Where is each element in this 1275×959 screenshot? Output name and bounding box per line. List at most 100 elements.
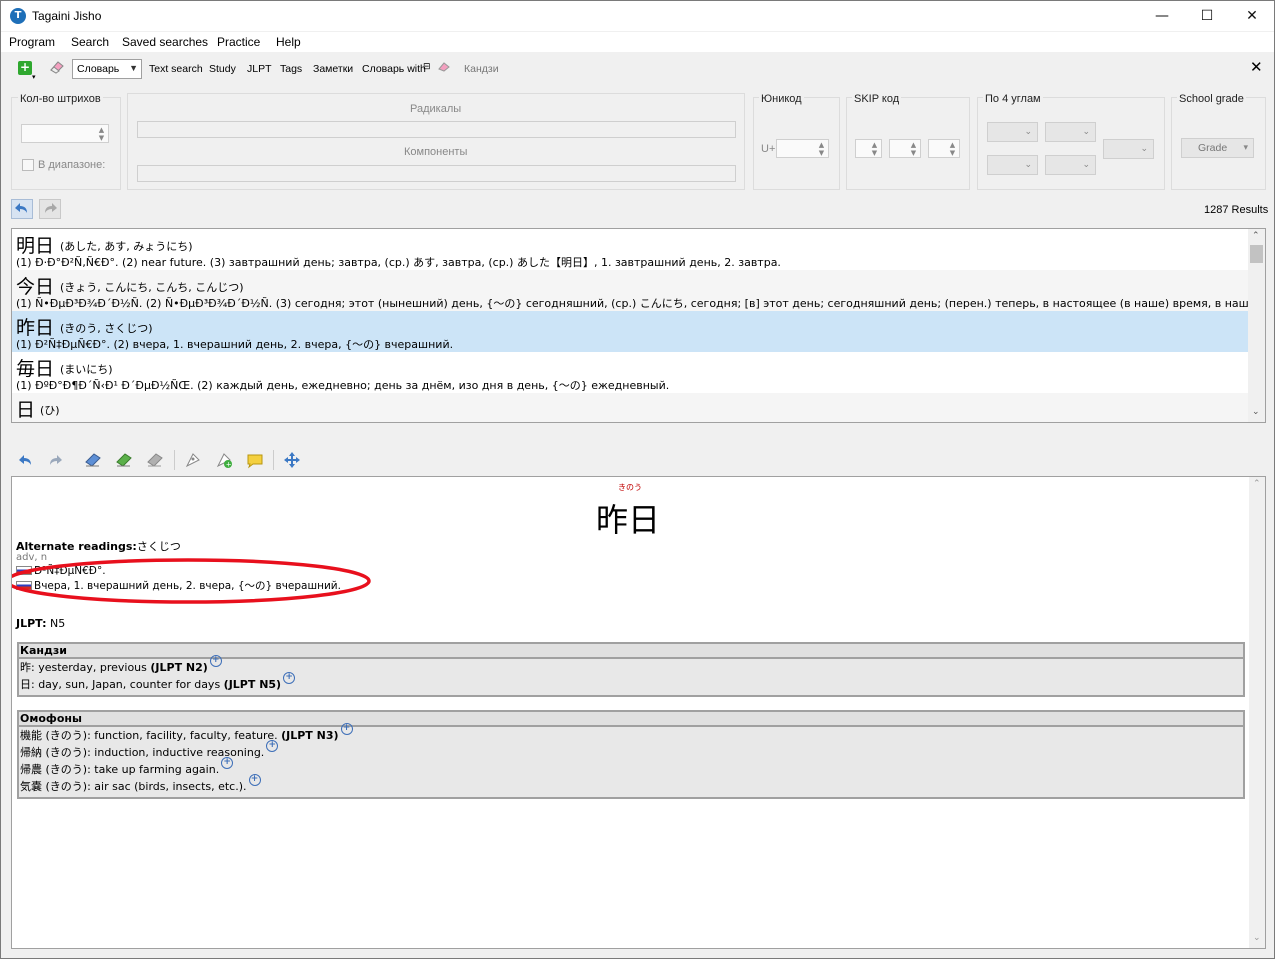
scroll-down-icon[interactable]: ⌄: [1253, 933, 1261, 943]
tab-notes[interactable]: Заметки: [313, 63, 353, 75]
entry-kana: (きょう, こんにち, こんち, こんじつ): [60, 281, 244, 294]
menu-search[interactable]: Search: [71, 35, 109, 49]
radicals-input[interactable]: [137, 121, 736, 138]
tags-icon[interactable]: [184, 451, 202, 469]
strokes-spinbox[interactable]: ▲ ▼: [21, 124, 109, 143]
tab-dictionary-with[interactable]: Словарь with: [362, 63, 426, 75]
spin-up-icon[interactable]: ▲: [908, 141, 919, 149]
grade-button[interactable]: Grade ▾: [1181, 138, 1254, 158]
magnify-plus-icon[interactable]: +: [340, 723, 353, 735]
forward-button[interactable]: [39, 199, 61, 219]
list-item[interactable]: 今日 (きょう, こんにち, こんち, こんじつ) (1) Ñ•ÐµÐ³Ð¾Ð´…: [12, 270, 1265, 311]
magnify-plus-icon[interactable]: +: [221, 757, 234, 769]
list-item[interactable]: 日 (ひ): [12, 393, 1248, 422]
kanji-row: 日: day, sun, Japan, counter for days (JL…: [19, 672, 1243, 693]
scroll-down-icon[interactable]: ⌄: [1252, 407, 1260, 417]
homophone-row: 気嚢 (きのう): air sac (birds, insects, etc.)…: [19, 774, 1243, 795]
detail-back-icon[interactable]: [16, 451, 34, 469]
tab-jlpt[interactable]: JLPT: [247, 63, 272, 75]
range-checkbox[interactable]: [22, 159, 34, 171]
add-icon[interactable]: +: [18, 61, 32, 75]
spin-down-icon[interactable]: ▼: [869, 149, 880, 157]
kanji-section-header: Кандзи: [19, 644, 1243, 659]
strokes-group: [11, 97, 121, 190]
eraser-icon[interactable]: [49, 60, 65, 74]
filter-icon: ⊟: [423, 62, 431, 72]
dictionary-select[interactable]: Словарь ▼: [72, 59, 142, 79]
magnify-plus-icon[interactable]: +: [266, 740, 279, 752]
chevron-down-icon: ⌄: [1082, 160, 1090, 170]
menu-help[interactable]: Help: [276, 35, 301, 49]
tab-tags[interactable]: Tags: [280, 63, 302, 75]
skip-spinbox-3[interactable]: ▲ ▼: [928, 139, 960, 158]
spin-down-icon[interactable]: ▼: [947, 149, 958, 157]
tab-text-search[interactable]: Text search: [149, 63, 203, 75]
spin-up-icon[interactable]: ▲: [947, 141, 958, 149]
corner-select-top-right[interactable]: ⌄: [1045, 122, 1096, 142]
unstudy-icon[interactable]: [146, 451, 164, 469]
list-item-selected[interactable]: 昨日 (きのう, さくじつ) (1) Ð²Ñ‡ÐµÑ€Ð°. (2) вчера…: [12, 311, 1248, 352]
maximize-button[interactable]: ☐: [1184, 1, 1230, 31]
results-scrollbar[interactable]: ⌃ ⌄: [1248, 229, 1265, 422]
add-dropdown-icon[interactable]: ▾: [32, 73, 36, 81]
components-input[interactable]: [137, 165, 736, 182]
note-icon[interactable]: [246, 451, 264, 469]
skip-spinbox-2[interactable]: ▲ ▼: [889, 139, 921, 158]
svg-text:+: +: [226, 461, 232, 469]
corner-select-top-left[interactable]: ⌄: [987, 122, 1038, 142]
list-item[interactable]: 明日 (あした, あす, みょうにち) (1) Ð·Ð°Ð²Ñ‚Ñ€Ð°. (2…: [12, 229, 1248, 270]
train-icon[interactable]: [115, 451, 133, 469]
move-icon[interactable]: [283, 451, 301, 469]
headword-furigana: きのう: [618, 483, 642, 492]
magnify-plus-icon[interactable]: +: [248, 774, 261, 786]
corner-select-bottom-right[interactable]: ⌄: [1045, 155, 1096, 175]
close-window-button[interactable]: ✕: [1229, 1, 1275, 31]
entry-kana: (ひ): [40, 404, 60, 417]
detail-scrollbar[interactable]: ⌃ ⌄: [1249, 477, 1265, 948]
spin-up-icon[interactable]: ▲: [96, 126, 107, 134]
spin-up-icon[interactable]: ▲: [816, 141, 827, 149]
chevron-down-icon: ⌄: [1082, 127, 1090, 137]
chevron-down-icon: ⌄: [1024, 127, 1032, 137]
entry-kana: (まいにち): [60, 363, 113, 376]
school-grade-label: School grade: [1177, 93, 1246, 105]
entry-gloss: (1) Ñ•ÐµÐ³Ð¾Ð´Ð½Ñ. (2) Ñ•ÐµÐ³Ð¾Ð´Ð½Ñ. (3…: [16, 297, 1266, 310]
chevron-down-icon: ⌄: [1140, 144, 1148, 154]
search-toolbar: + ▾ Словарь ▼ Text search Study JLPT Tags…: [1, 53, 1274, 85]
magnify-plus-icon[interactable]: +: [209, 655, 222, 667]
corner-select-extra[interactable]: ⌄: [1103, 139, 1154, 159]
entry-gloss: (1) ÐºÐ°Ð¶Ð´Ñ‹Ð¹ Ð´ÐµÐ½ÑŒ. (2) каждый де…: [16, 379, 670, 392]
results-list: 明日 (あした, あす, みょうにち) (1) Ð·Ð°Ð²Ñ‚Ñ€Ð°. (2…: [11, 228, 1266, 423]
minimize-button[interactable]: —: [1139, 1, 1185, 31]
scroll-up-icon[interactable]: ⌃: [1252, 231, 1260, 241]
add-tag-icon[interactable]: +: [215, 451, 233, 469]
eraser-small-icon[interactable]: [438, 62, 450, 72]
list-item[interactable]: 毎日 (まいにち) (1) ÐºÐ°Ð¶Ð´Ñ‹Ð¹ Ð´ÐµÐ½ÑŒ. (2)…: [12, 352, 1248, 393]
menu-saved-searches[interactable]: Saved searches: [122, 35, 208, 49]
components-label: Компоненты: [404, 146, 468, 158]
spin-down-icon[interactable]: ▼: [908, 149, 919, 157]
tab-study[interactable]: Study: [209, 63, 236, 75]
menu-practice[interactable]: Practice: [217, 35, 260, 49]
entry-gloss: (1) Ð·Ð°Ð²Ñ‚Ñ€Ð°. (2) near future. (3) з…: [16, 256, 781, 269]
corner-select-bottom-left[interactable]: ⌄: [987, 155, 1038, 175]
unicode-spinbox[interactable]: ▲ ▼: [776, 139, 829, 158]
spin-down-icon[interactable]: ▼: [96, 134, 107, 142]
homophone-row: 機能 (きのう): function, facility, faculty, f…: [19, 723, 1243, 744]
back-button[interactable]: [11, 199, 33, 219]
skip-spinbox-1[interactable]: ▲ ▼: [855, 139, 882, 158]
magnify-plus-icon[interactable]: +: [283, 672, 296, 684]
unicode-label: Юникод: [759, 93, 804, 105]
menu-program[interactable]: Program: [9, 35, 55, 49]
spin-up-icon[interactable]: ▲: [869, 141, 880, 149]
chevron-down-icon: ⌄: [1024, 160, 1032, 170]
scroll-up-icon[interactable]: ⌃: [1253, 479, 1261, 489]
unicode-prefix: U+: [761, 143, 776, 155]
close-icon[interactable]: ✕: [1250, 58, 1263, 76]
spin-down-icon[interactable]: ▼: [816, 149, 827, 157]
title-bar: T Tagaini Jisho — ☐ ✕: [1, 1, 1274, 31]
study-icon[interactable]: [84, 451, 102, 469]
skip-label: SKIP код: [852, 93, 902, 105]
detail-forward-icon[interactable]: [47, 451, 65, 469]
scroll-thumb[interactable]: [1250, 245, 1263, 263]
